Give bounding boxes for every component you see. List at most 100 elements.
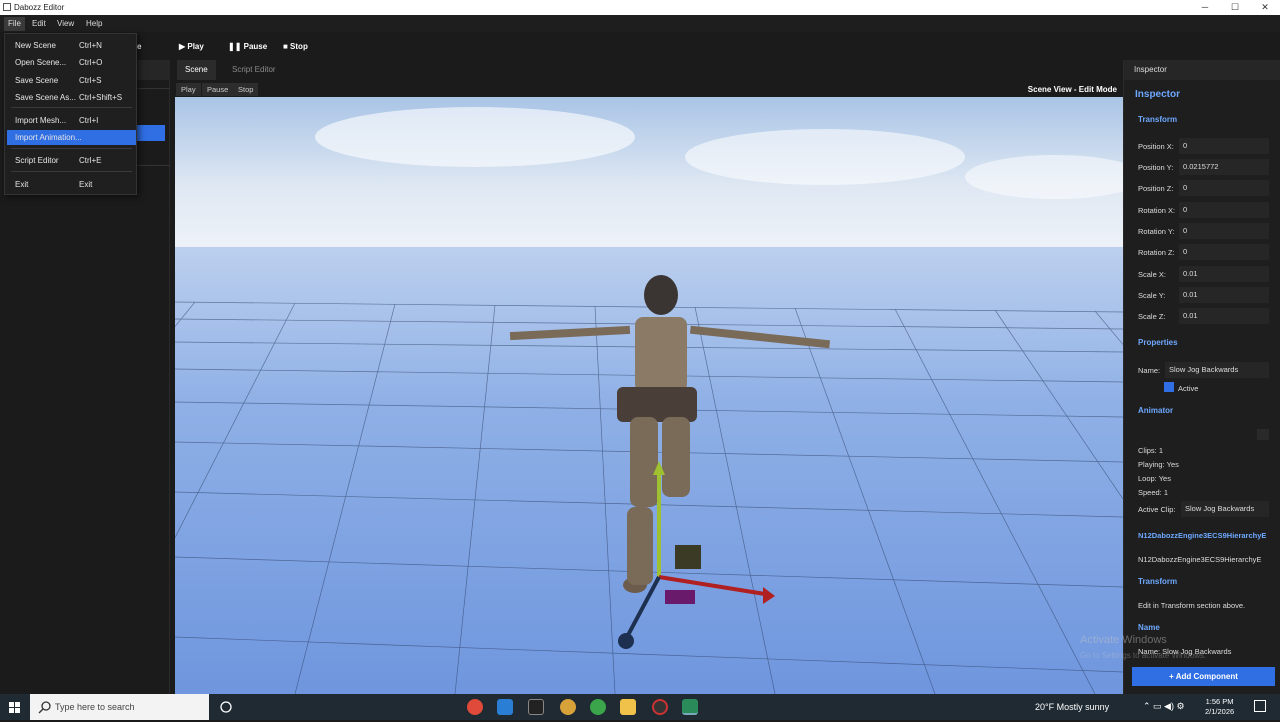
transform-component-title: Transform (1138, 577, 1178, 586)
system-tray-icons[interactable]: ⌃ ▭ ◀) ⚙ (1143, 701, 1185, 712)
menu-item-shortcut: Ctrl+O (79, 58, 103, 67)
chrome-icon[interactable] (467, 699, 483, 715)
position-x-label: Position X: (1138, 142, 1174, 151)
transform-component-text: Edit in Transform section above. (1138, 601, 1246, 610)
scene-stop-button[interactable]: Stop (233, 83, 259, 96)
tab-script-editor[interactable]: Script Editor (224, 60, 284, 80)
scale-z-field[interactable]: 0.01 (1179, 308, 1269, 324)
animator-toggle[interactable] (1257, 429, 1269, 440)
file-explorer-icon[interactable] (620, 699, 636, 715)
menu-item-new-scene[interactable]: New Scene Ctrl+N (7, 38, 136, 53)
scene-play-button[interactable]: Play (176, 83, 201, 96)
taskbar-clock[interactable]: 1:56 PM 2/1/2026 (1205, 697, 1234, 717)
play-button[interactable]: ▶ Play (179, 42, 204, 51)
position-z-field[interactable]: 0 (1179, 180, 1269, 196)
rotation-x-field[interactable]: 0 (1179, 202, 1269, 218)
app-icon (3, 3, 11, 11)
active-checkbox[interactable] (1164, 382, 1174, 392)
playing-status: Playing: Yes (1138, 460, 1179, 469)
position-y-field[interactable]: 0.0215772 (1179, 159, 1269, 175)
notifications-icon[interactable] (1254, 700, 1266, 712)
divider (137, 88, 170, 89)
menu-item-script-editor[interactable]: Script Editor Ctrl+E (7, 153, 136, 168)
title-bar: Dabozz Editor ─ ☐ ✕ (0, 0, 1280, 15)
activate-windows-subtext: Go to Settings to activate Windows. (1080, 651, 1207, 660)
editor-tabs: Scene Script Editor (170, 60, 1123, 80)
obs-icon[interactable] (652, 699, 668, 715)
viewport-canvas[interactable] (175, 97, 1123, 694)
menu-view[interactable]: View (53, 17, 78, 31)
window-title: Dabozz Editor (14, 3, 65, 12)
animator-section-title: Animator (1138, 406, 1174, 415)
menu-item-save-scene-as[interactable]: Save Scene As... Ctrl+Shift+S (7, 90, 136, 105)
close-button[interactable]: ✕ (1250, 0, 1280, 15)
menu-item-label: New Scene (15, 41, 56, 50)
hierarchy-tab[interactable] (137, 60, 170, 80)
file-menu-dropdown: New Scene Ctrl+N Open Scene... Ctrl+O Sa… (4, 33, 137, 195)
selected-entity-row[interactable] (137, 125, 165, 141)
menu-item-label: Import Mesh... (15, 116, 67, 125)
name-field[interactable]: Slow Jog Backwards (1165, 362, 1269, 378)
menu-item-import-animation[interactable]: Import Animation... (7, 130, 136, 145)
scale-y-field[interactable]: 0.01 (1179, 287, 1269, 303)
toolbar-partial-label[interactable]: e (137, 42, 141, 51)
start-button[interactable] (0, 694, 30, 720)
tab-inspector[interactable]: Inspector (1124, 60, 1280, 80)
menu-item-label: Open Scene... (15, 58, 67, 67)
menu-separator (11, 148, 132, 149)
activate-windows-watermark: Activate Windows (1080, 634, 1167, 646)
rotation-z-field[interactable]: 0 (1179, 244, 1269, 260)
taskbar-search-box[interactable]: Type here to search (30, 694, 209, 720)
menu-item-label: Import Animation... (15, 133, 82, 142)
windows-taskbar: Type here to search 20°F Mostly sunny ⌃ … (0, 694, 1280, 720)
rotation-y-label: Rotation Y: (1138, 227, 1175, 236)
tab-scene[interactable]: Scene (177, 60, 216, 80)
menu-item-exit[interactable]: Exit Exit (7, 177, 136, 192)
menu-item-label: Save Scene As... (15, 93, 76, 102)
clips-count: Clips: 1 (1138, 446, 1164, 455)
minimize-button[interactable]: ─ (1190, 0, 1220, 15)
vscode-icon[interactable] (497, 699, 513, 715)
menu-item-label: Save Scene (15, 76, 59, 85)
cloud (315, 107, 635, 167)
menu-item-open-scene[interactable]: Open Scene... Ctrl+O (7, 55, 136, 70)
stop-button[interactable]: ■ Stop (283, 42, 308, 51)
scale-x-field[interactable]: 0.01 (1179, 266, 1269, 282)
chrome-icon[interactable] (590, 699, 606, 715)
scene-viewport[interactable] (175, 97, 1123, 694)
active-clip-field[interactable]: Slow Jog Backwards (1181, 501, 1269, 517)
speed-value: Speed: 1 (1138, 488, 1169, 497)
clock-date: 2/1/2026 (1205, 707, 1235, 716)
divider (137, 165, 170, 166)
menu-item-shortcut: Ctrl+I (79, 116, 99, 125)
search-placeholder: Type here to search (55, 702, 135, 712)
menu-edit[interactable]: Edit (28, 17, 50, 31)
terminal-icon[interactable] (528, 699, 544, 715)
chrome-icon[interactable] (560, 699, 576, 715)
menu-item-save-scene[interactable]: Save Scene Ctrl+S (7, 73, 136, 88)
rotation-x-label: Rotation X: (1138, 206, 1176, 215)
hierarchy-component-text: N12DabozzEngine3ECS9HierarchyE (1138, 555, 1262, 564)
menu-help[interactable]: Help (82, 17, 106, 31)
dabozz-editor-icon[interactable] (682, 699, 698, 715)
inspector-header: Inspector (1135, 89, 1181, 100)
menu-separator (11, 107, 132, 108)
active-clip-label: Active Clip: (1138, 505, 1176, 514)
position-x-field[interactable]: 0 (1179, 138, 1269, 154)
menu-separator (11, 171, 132, 172)
cortana-icon[interactable] (218, 699, 234, 715)
scene-pause-button[interactable]: Pause (202, 83, 234, 96)
search-icon (38, 701, 51, 714)
maximize-button[interactable]: ☐ (1220, 0, 1250, 15)
clock-time: 1:56 PM (1205, 697, 1234, 706)
menu-item-label: Script Editor (15, 156, 59, 165)
position-z-label: Position Z: (1138, 184, 1174, 193)
menu-file[interactable]: File (4, 17, 25, 31)
name-component-title: Name (1138, 623, 1160, 632)
weather-widget[interactable]: 20°F Mostly sunny (1035, 702, 1109, 712)
menu-item-import-mesh[interactable]: Import Mesh... Ctrl+I (7, 113, 136, 128)
pause-button[interactable]: ❚❚ Pause (228, 42, 267, 51)
add-component-button[interactable]: + Add Component (1132, 667, 1275, 686)
rotation-y-field[interactable]: 0 (1179, 223, 1269, 239)
menu-item-shortcut: Ctrl+N (79, 41, 102, 50)
